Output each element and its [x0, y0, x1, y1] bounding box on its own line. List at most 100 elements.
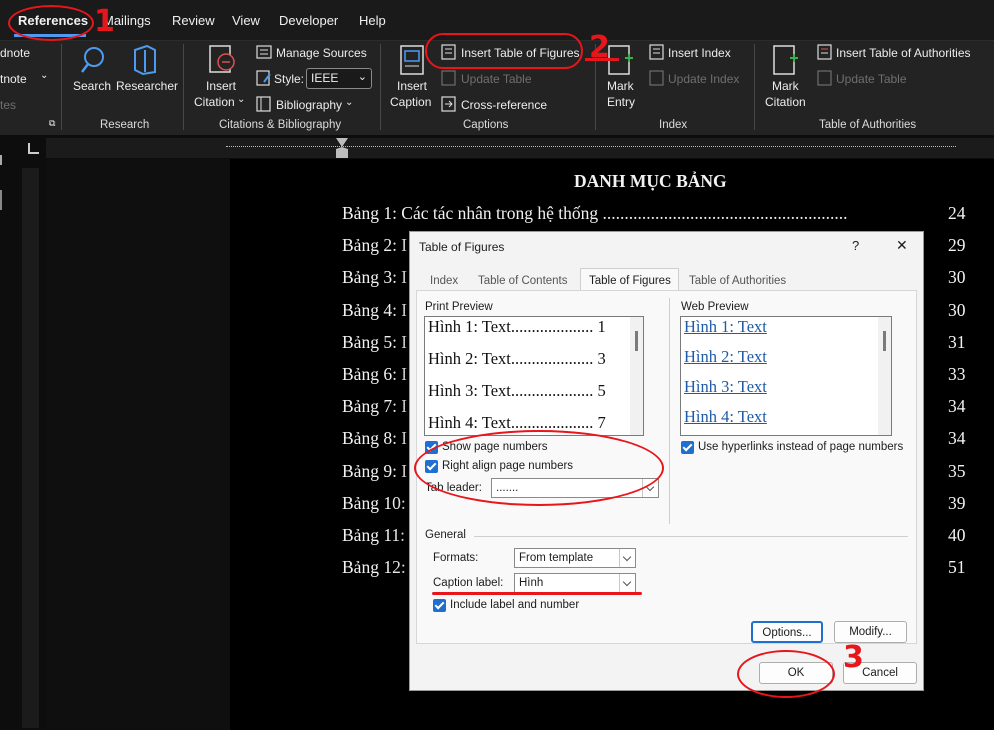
- web-preview-scrollbar[interactable]: [878, 317, 891, 435]
- style-label: Style:: [274, 72, 305, 86]
- mark-entry-label-2[interactable]: Entry: [607, 95, 635, 109]
- bibliography-icon: [256, 96, 271, 112]
- update-table-button[interactable]: Update Table: [461, 72, 532, 86]
- mark-citation-label-2[interactable]: Citation: [765, 95, 806, 109]
- cross-reference-icon: [441, 96, 456, 112]
- insert-table-of-authorities-button[interactable]: Insert Table of Authorities: [836, 46, 971, 60]
- insert-caption-label-1[interactable]: Insert: [397, 79, 427, 93]
- toc-entry: Bảng 3: I: [342, 267, 408, 287]
- update-authorities-table-button[interactable]: Update Table: [836, 72, 907, 86]
- document-title: DANH MỤC BẢNG: [574, 171, 727, 191]
- mark-citation-icon[interactable]: [771, 44, 799, 78]
- tab-stop-selector-icon[interactable]: [28, 143, 39, 154]
- web-preview-link: Hình 3: Text: [684, 377, 767, 396]
- tab-developer[interactable]: Developer: [279, 13, 338, 28]
- scrollbar-thumb[interactable]: [635, 331, 638, 351]
- update-table-icon: [441, 70, 456, 86]
- help-icon[interactable]: ?: [852, 238, 859, 253]
- dialog-launcher-icon[interactable]: ⧉: [49, 118, 55, 129]
- indent-marker[interactable]: [336, 138, 348, 158]
- insert-citation-label-1[interactable]: Insert: [206, 79, 236, 93]
- tab-review[interactable]: Review: [172, 13, 215, 28]
- use-hyperlinks-checkbox[interactable]: [681, 441, 694, 454]
- vertical-ruler[interactable]: [22, 168, 39, 728]
- search-icon[interactable]: [79, 45, 107, 75]
- print-preview-scrollbar[interactable]: [630, 317, 643, 435]
- chevron-down-icon: [619, 549, 635, 567]
- tab-view[interactable]: View: [232, 13, 260, 28]
- print-preview-line: Hình 1: Text.................... 1: [428, 317, 606, 336]
- toc-page-number: 51: [948, 557, 966, 577]
- caption-label-value: Hình: [519, 577, 544, 589]
- cross-reference-button[interactable]: Cross-reference: [461, 98, 547, 112]
- caption-label-label: Caption label:: [433, 577, 504, 589]
- chevron-down-icon[interactable]: ⌄: [40, 70, 48, 81]
- mark-entry-label-1[interactable]: Mark: [607, 79, 634, 93]
- separator: [380, 44, 381, 130]
- ruler-ticks: [226, 146, 956, 148]
- separator: [61, 44, 62, 130]
- toc-entry: Bảng 4: I: [342, 300, 408, 320]
- options-button[interactable]: Options...: [751, 621, 823, 643]
- formats-dropdown[interactable]: From template: [514, 548, 636, 568]
- annotation-number: 3: [843, 640, 864, 675]
- tab-help[interactable]: Help: [359, 13, 386, 28]
- group-label-captions: Captions: [463, 119, 509, 131]
- horizontal-ruler[interactable]: [46, 138, 994, 158]
- tab-index[interactable]: Index: [430, 275, 458, 287]
- group-label-index: Index: [659, 119, 688, 131]
- search-button[interactable]: Search: [73, 79, 111, 93]
- chevron-down-icon[interactable]: ⌄: [237, 94, 245, 105]
- toc-entry: Bảng 11:: [342, 525, 406, 545]
- update-index-button[interactable]: Update Index: [668, 72, 739, 86]
- insert-citation-label-2[interactable]: Citation: [194, 95, 235, 109]
- toc-page-number: 35: [948, 461, 966, 481]
- insert-caption-label-2[interactable]: Caption: [390, 95, 431, 109]
- toc-entry: Bảng 10:: [342, 493, 406, 513]
- insert-caption-icon[interactable]: [398, 44, 426, 78]
- scrollbar-thumb[interactable]: [883, 331, 886, 351]
- toc-entry: Bảng 5: I: [342, 332, 408, 352]
- mark-citation-label-1[interactable]: Mark: [772, 79, 799, 93]
- tab-table-of-figures-label: Table of Figures: [589, 275, 671, 287]
- next-footnote-button[interactable]: tnote: [0, 72, 27, 86]
- toc-page-number: 40: [948, 525, 966, 545]
- manage-sources-button[interactable]: Manage Sources: [276, 46, 367, 60]
- web-preview-box: Hình 1: Text Hình 2: Text Hình 3: Text H…: [680, 316, 892, 436]
- close-icon[interactable]: ✕: [896, 237, 908, 254]
- caption-label-dropdown[interactable]: Hình: [514, 573, 636, 593]
- general-divider: [474, 536, 908, 537]
- general-label: General: [425, 529, 466, 541]
- annotation-circle: [425, 33, 583, 69]
- toc-entry: Bảng 7: I: [342, 396, 408, 416]
- style-select[interactable]: IEEE ⌄: [306, 68, 372, 89]
- researcher-icon[interactable]: [131, 44, 159, 76]
- web-preview-link: Hình 1: Text: [684, 317, 767, 336]
- dialog-title: Table of Figures: [419, 240, 505, 254]
- separator: [754, 44, 755, 130]
- chevron-down-icon[interactable]: ⌄: [345, 97, 353, 108]
- tab-table-of-contents[interactable]: Table of Contents: [478, 275, 568, 287]
- update-index-icon: [649, 70, 664, 86]
- annotation-underline: [432, 592, 642, 595]
- toc-page-number: 34: [948, 396, 966, 416]
- print-preview-label: Print Preview: [425, 301, 493, 313]
- bibliography-button[interactable]: Bibliography: [276, 98, 342, 112]
- researcher-button[interactable]: Researcher: [116, 79, 178, 93]
- toc-page-number: 30: [948, 300, 966, 320]
- tab-table-of-figures[interactable]: Table of Figures: [580, 268, 679, 291]
- toc-entry: Bảng 2: I: [342, 235, 408, 255]
- mark-entry-icon[interactable]: [606, 44, 634, 78]
- toc-page-number: 31: [948, 332, 966, 352]
- show-notes-button[interactable]: tes: [0, 98, 16, 112]
- include-label-checkbox[interactable]: [433, 599, 446, 612]
- tab-table-of-authorities[interactable]: Table of Authorities: [689, 275, 786, 287]
- insert-endnote-button[interactable]: dnote: [0, 46, 30, 60]
- toc-page-number: 33: [948, 364, 966, 384]
- insert-index-button[interactable]: Insert Index: [668, 46, 731, 60]
- insert-citation-icon[interactable]: [207, 44, 237, 78]
- left-edge-marker: [0, 155, 4, 165]
- style-icon: [256, 70, 271, 86]
- toc-page-number: 24: [948, 203, 966, 223]
- web-preview-label: Web Preview: [681, 301, 749, 313]
